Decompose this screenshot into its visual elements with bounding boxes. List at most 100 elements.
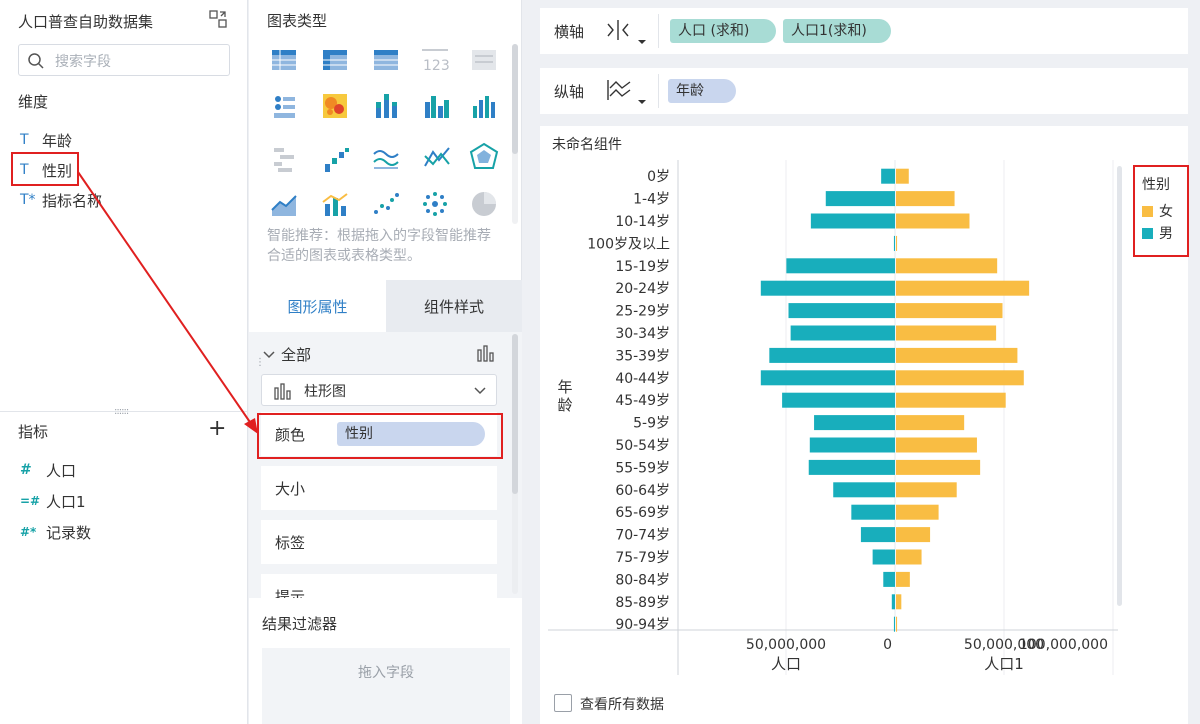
line-chart-icon[interactable] (373, 150, 399, 169)
x-field-pill-population1[interactable]: 人口1(求和) (783, 19, 891, 43)
bar-chart-icon[interactable] (477, 344, 495, 362)
chevron-down-icon (474, 387, 486, 395)
property-tabs: 图形属性 组件样式 (249, 280, 522, 332)
bar-female (896, 459, 981, 475)
kpi-number-icon[interactable]: 123 (422, 49, 450, 74)
bar-male (769, 347, 895, 363)
y-tick-label: 80-84岁 (615, 572, 670, 588)
label-property-row[interactable]: 标签 (261, 520, 497, 564)
field-search-input[interactable]: 搜索字段 (18, 44, 230, 76)
measure-field-population[interactable]: # 人口 (20, 458, 76, 482)
table-chart-icon[interactable] (272, 50, 296, 70)
bar-female (896, 213, 970, 229)
filter-drop-zone[interactable]: 拖入字段 (262, 648, 510, 724)
bar-female (896, 549, 922, 565)
y-tick-label: 70-74岁 (615, 528, 670, 544)
divider (0, 411, 248, 412)
y-axis-shelf: 纵轴 年龄 (540, 68, 1188, 114)
y-tick-label: 90-94岁 (615, 617, 670, 633)
axis-switch-icon[interactable] (606, 18, 646, 44)
tab-graphic-properties[interactable]: 图形属性 (249, 280, 386, 332)
all-section-toggle[interactable]: 全部 (263, 344, 311, 365)
combo-chart-icon[interactable] (322, 193, 348, 216)
number-type-icon: =# (20, 494, 41, 508)
x-axis-title: 人口 (771, 655, 801, 673)
bar-male (808, 459, 895, 475)
bar-male (810, 213, 895, 229)
bar-female (896, 527, 931, 543)
bar-male (883, 571, 895, 587)
field-panel: 人口普查自助数据集 搜索字段 维度 T 年龄 T 性别 T* 指标名称 ::::… (0, 0, 248, 724)
text-type-icon: T* (20, 192, 36, 208)
chart-type-select[interactable]: 柱形图 (261, 374, 497, 406)
chart-select-value: 柱形图 (304, 384, 346, 400)
bar-female (896, 235, 898, 251)
point-map-icon[interactable] (423, 192, 447, 216)
bar-male (809, 437, 895, 453)
gantt-chart-icon[interactable] (274, 148, 294, 172)
bar-female (896, 258, 998, 274)
axis-switch-icon[interactable] (606, 78, 646, 104)
bar-female (896, 347, 1018, 363)
detail-table-icon[interactable] (374, 50, 398, 70)
bar-chart-icon[interactable] (473, 96, 495, 118)
area-chart-icon[interactable] (271, 195, 297, 216)
text-table-icon[interactable] (472, 50, 496, 70)
y-field-pill-age[interactable]: 年龄 (668, 79, 736, 103)
view-all-data-checkbox[interactable] (554, 694, 572, 712)
view-all-data-label: 查看所有数据 (580, 697, 664, 713)
heatmap-icon[interactable] (323, 94, 347, 118)
scatter-chart-icon[interactable] (374, 193, 399, 214)
chart-type-scrollbar[interactable] (512, 44, 518, 224)
bar-male (860, 527, 895, 543)
tooltip-property-row[interactable]: 提示 (261, 574, 497, 598)
all-label: 全部 (281, 346, 312, 364)
cross-table-icon[interactable] (323, 50, 347, 70)
field-label: 记录数 (46, 523, 92, 542)
radar-chart-icon[interactable] (469, 142, 499, 169)
bar-male (893, 616, 895, 632)
bar-male (872, 549, 895, 565)
x-axis-label: 横轴 (554, 23, 585, 41)
switch-dataset-icon[interactable] (208, 9, 228, 29)
y-tick-label: 20-24岁 (615, 281, 670, 297)
bar-male (833, 482, 895, 498)
bar-female (896, 616, 898, 632)
label-label: 标签 (275, 534, 306, 552)
search-icon (28, 53, 44, 69)
field-label: 年龄 (42, 131, 73, 150)
y-tick-label: 50-54岁 (615, 438, 670, 454)
field-label: 人口1 (46, 492, 86, 511)
bar-female (896, 191, 955, 207)
bar-male (760, 370, 895, 386)
pie-chart-icon[interactable] (472, 192, 496, 216)
search-placeholder: 搜索字段 (55, 54, 111, 70)
properties-scrollbar[interactable] (512, 334, 518, 594)
y-tick-label: 45-49岁 (615, 393, 670, 409)
measure-field-record-count[interactable]: #* 记录数 (20, 520, 91, 544)
waterfall-chart-icon[interactable] (325, 148, 349, 172)
size-property-row[interactable]: 大小 (261, 466, 497, 510)
divider (658, 74, 659, 108)
measure-field-population1[interactable]: =# 人口1 (20, 489, 86, 513)
y-tick-label: 40-44岁 (615, 371, 670, 387)
population-pyramid-chart: 0岁 1-4岁 10-14岁 100岁及以上 15-19岁 20-24岁 25-29岁 30-… (548, 160, 1118, 675)
drag-handle-icon[interactable]: ⋮ (255, 357, 265, 368)
add-measure-button[interactable]: + (208, 417, 226, 441)
y-tick-label: 55-59岁 (615, 460, 670, 476)
dimension-field-metric-name[interactable]: T* 指标名称 (20, 188, 102, 212)
bar-male (881, 168, 895, 184)
stacked-bar-icon[interactable] (376, 94, 397, 118)
grouped-bar-icon[interactable] (425, 96, 449, 118)
y-tick-label: 35-39岁 (615, 348, 670, 364)
x-field-pill-population[interactable]: 人口 (求和) (670, 19, 776, 43)
polyline-chart-icon[interactable] (424, 147, 450, 167)
chart-scrollbar[interactable] (1117, 166, 1122, 606)
y-tick-label: 0岁 (647, 169, 670, 185)
dimension-field-age[interactable]: T 年龄 (20, 128, 72, 152)
component-title: 未命名组件 (552, 137, 622, 153)
y-tick-label: 1-4岁 (633, 192, 670, 208)
filter-list-icon[interactable] (274, 96, 295, 118)
tab-component-style[interactable]: 组件样式 (386, 280, 522, 332)
y-tick-label: 25-29岁 (615, 304, 670, 320)
